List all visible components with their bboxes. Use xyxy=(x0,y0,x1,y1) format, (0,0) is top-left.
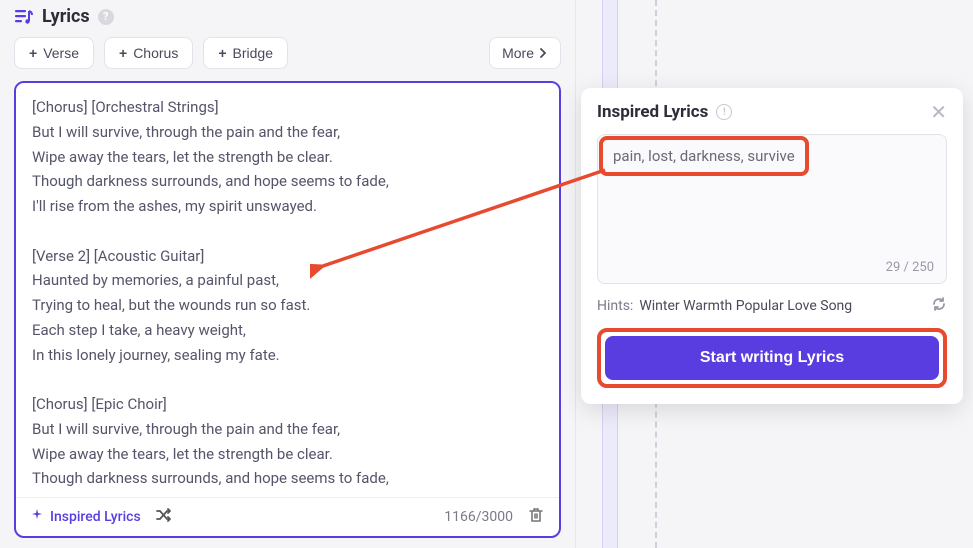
character-count: 1166/3000 xyxy=(444,509,513,525)
section-toolbar: + Verse + Chorus + Bridge More xyxy=(14,37,561,69)
plus-icon: + xyxy=(218,45,226,61)
inspired-lyrics-button[interactable]: Inspired Lyrics xyxy=(30,508,141,526)
panel-title: Inspired Lyrics xyxy=(597,102,708,122)
shuffle-icon[interactable] xyxy=(155,506,173,528)
lyrics-textarea[interactable] xyxy=(16,83,559,497)
add-chorus-label: Chorus xyxy=(133,45,178,61)
page-title: Lyrics xyxy=(42,6,90,27)
refresh-icon[interactable] xyxy=(931,296,947,316)
plus-icon: + xyxy=(119,45,127,61)
inspired-lyrics-label: Inspired Lyrics xyxy=(50,509,141,525)
prompt-value: pain, lost, darkness, survive xyxy=(613,147,795,165)
lyrics-editor-container: Inspired Lyrics 1166/3000 xyxy=(14,81,561,538)
prompt-char-count: 29 / 250 xyxy=(886,260,934,275)
prompt-input-highlight: pain, lost, darkness, survive xyxy=(599,136,809,176)
add-verse-button[interactable]: + Verse xyxy=(14,37,94,69)
cta-highlight: Start writing Lyrics xyxy=(597,328,947,388)
hints-text[interactable]: Winter Warmth Popular Love Song xyxy=(639,298,925,314)
lyrics-icon xyxy=(14,7,34,27)
add-chorus-button[interactable]: + Chorus xyxy=(104,37,193,69)
plus-icon: + xyxy=(29,45,37,61)
start-writing-button[interactable]: Start writing Lyrics xyxy=(605,336,939,380)
chevron-right-icon xyxy=(538,45,548,61)
more-button[interactable]: More xyxy=(489,37,561,69)
trash-icon[interactable] xyxy=(527,506,545,528)
help-icon[interactable]: ? xyxy=(98,9,114,25)
hints-label: Hints: xyxy=(597,298,633,314)
prompt-textarea-container[interactable]: pain, lost, darkness, survive 29 / 250 xyxy=(597,134,947,284)
inspired-lyrics-panel: Inspired Lyrics ! ✕ pain, lost, darkness… xyxy=(581,88,963,404)
close-icon[interactable]: ✕ xyxy=(930,100,947,124)
add-bridge-label: Bridge xyxy=(233,45,273,61)
add-bridge-button[interactable]: + Bridge xyxy=(203,37,288,69)
more-label: More xyxy=(502,45,534,61)
editor-footer: Inspired Lyrics 1166/3000 xyxy=(16,497,559,536)
sparkle-icon xyxy=(30,508,44,526)
add-verse-label: Verse xyxy=(43,45,79,61)
hints-row: Hints: Winter Warmth Popular Love Song xyxy=(597,296,947,316)
lyrics-header: Lyrics ? xyxy=(14,6,561,27)
info-icon[interactable]: ! xyxy=(716,104,732,120)
